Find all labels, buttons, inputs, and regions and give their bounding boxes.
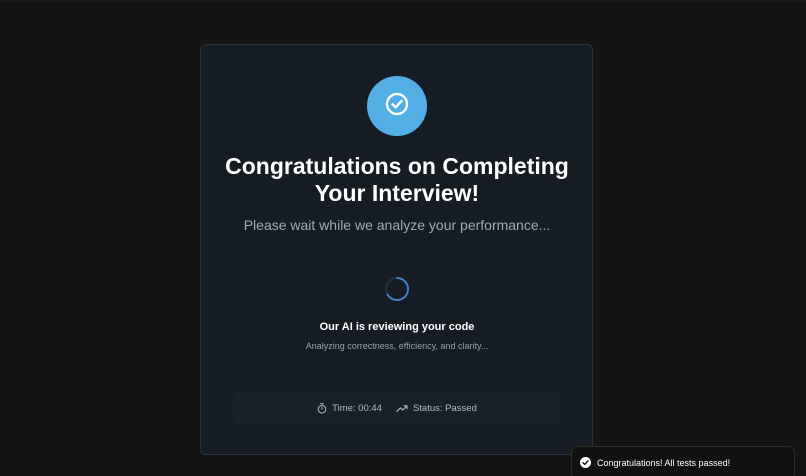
app-page: Congratulations on Completing Your Inter… <box>0 0 806 476</box>
stats-bar: Time: 00:44 Status: Passed <box>233 393 561 423</box>
loading-spinner-icon <box>384 276 410 302</box>
review-description: Analyzing correctness, efficiency, and c… <box>305 341 489 351</box>
trending-up-icon <box>396 404 408 413</box>
review-heading: Our AI is reviewing your code <box>319 321 475 333</box>
success-badge <box>367 76 427 136</box>
toast-message: Congratulations! All tests passed! <box>597 458 731 468</box>
success-toast[interactable]: Congratulations! All tests passed! <box>571 446 795 476</box>
top-bar <box>0 0 806 2</box>
status-stat: Status: Passed <box>396 403 477 414</box>
time-stat: Time: 00:44 <box>317 403 382 414</box>
status-value: Status: Passed <box>412 402 477 414</box>
check-icon <box>384 91 410 122</box>
time-value: Time: 00:44 <box>332 402 382 414</box>
page-title: Congratulations on Completing Your Inter… <box>225 153 569 206</box>
page-subtitle: Please wait while we analyze your perfor… <box>243 217 551 233</box>
completion-card: Congratulations on Completing Your Inter… <box>200 44 593 455</box>
check-circle-icon <box>580 457 591 468</box>
stopwatch-icon <box>317 402 327 414</box>
